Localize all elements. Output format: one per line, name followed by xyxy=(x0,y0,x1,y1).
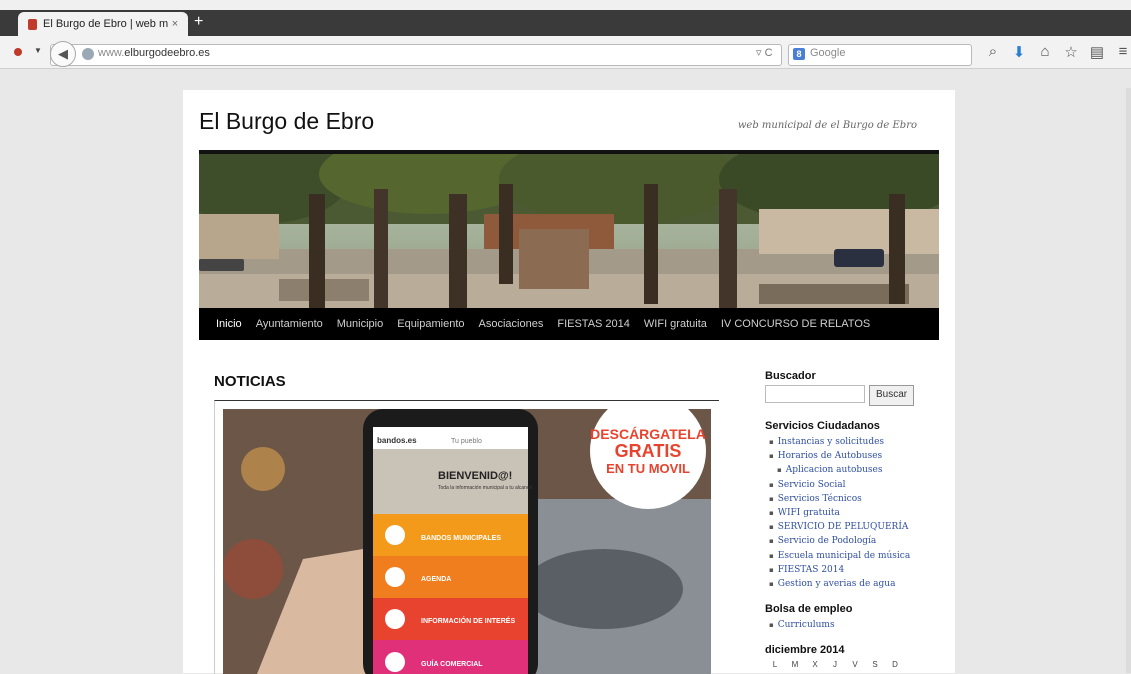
banner-menu-bandos: BANDOS MUNICIPALES xyxy=(421,535,501,542)
service-link[interactable]: Escuela municipal de música xyxy=(765,549,945,563)
calendar-day: X xyxy=(812,660,818,670)
banner-welcome: BIENVENID@! xyxy=(438,470,512,482)
calendar-header: L M X J V S D xyxy=(765,660,945,669)
service-link[interactable]: Servicio de Podología xyxy=(765,534,945,548)
new-tab-button[interactable]: + xyxy=(194,14,203,30)
service-link[interactable]: Servicio Social xyxy=(765,478,945,492)
calendar-day: S xyxy=(872,660,878,670)
sidebar: Buscador Buscar Servicios Ciudadanos Ins… xyxy=(765,370,945,669)
section-title: NOTICIAS xyxy=(214,373,286,390)
home-icon[interactable]: ⌂ xyxy=(1037,43,1053,61)
service-link[interactable]: Horarios de Autobuses xyxy=(765,449,945,463)
jobs-list: Curriculums xyxy=(765,618,945,632)
menu-icon[interactable]: ≡ xyxy=(1115,43,1131,61)
site-title[interactable]: El Burgo de Ebro xyxy=(199,108,374,135)
firefox-menu-icon[interactable] xyxy=(14,48,22,56)
banner-headline-3: EN TU MOVIL xyxy=(606,461,690,476)
service-link[interactable]: SERVICIO DE PELUQUERÍA xyxy=(765,520,945,534)
service-link[interactable]: FIESTAS 2014 xyxy=(765,563,945,577)
news-item: DESCÁRGATELA GRATIS EN TU MOVIL bandos.e… xyxy=(214,400,719,674)
nav-item-municipio[interactable]: Municipio xyxy=(337,318,383,330)
banner-brand: bandos.es xyxy=(377,436,417,445)
tab-title: El Burgo de Ebro | web munici... xyxy=(43,18,168,30)
header-image xyxy=(199,150,939,312)
search-engine-icon[interactable]: 8 xyxy=(793,48,805,60)
download-icon[interactable]: ⬇ xyxy=(1011,43,1027,61)
banner-welcome-sub: Toda la información municipal a tu alcan… xyxy=(438,485,532,491)
bookmarks-menu-icon[interactable]: ▤ xyxy=(1089,43,1105,61)
services-list: Instancias y solicitudes Horarios de Aut… xyxy=(765,435,945,591)
nav-item-wifi[interactable]: WIFI gratuita xyxy=(644,318,707,330)
service-link[interactable]: Aplicacion autobuses xyxy=(765,463,945,477)
calendar-day: J xyxy=(833,660,837,670)
services-title: Servicios Ciudadanos xyxy=(765,420,880,432)
favicon-icon xyxy=(28,18,37,30)
url-prefix: www. xyxy=(98,47,125,59)
banner-menu-guia: GUÍA COMERCIAL xyxy=(421,659,483,668)
nav-item-concurso[interactable]: IV CONCURSO DE RELATOS xyxy=(721,318,870,330)
scrollbar[interactable] xyxy=(1126,88,1131,673)
jobs-title: Bolsa de empleo xyxy=(765,603,853,616)
banner-menu-info: INFORMACIÓN DE INTERÉS xyxy=(421,616,515,625)
calendar-day: V xyxy=(852,660,858,670)
back-button[interactable]: ◀ xyxy=(50,41,76,67)
service-link[interactable]: WIFI gratuita xyxy=(765,506,945,520)
address-text[interactable]: www.elburgodeebro.es xyxy=(98,47,210,59)
bandos-banner[interactable]: DESCÁRGATELA GRATIS EN TU MOVIL bandos.e… xyxy=(223,409,711,674)
service-link[interactable]: Instancias y solicitudes xyxy=(765,435,945,449)
toolbar-icons: ⌕ ⬇ ⌂ ☆ ▤ ≡ xyxy=(985,43,1131,61)
url-domain: elburgodeebro.es xyxy=(124,47,210,59)
site-search-input[interactable] xyxy=(765,385,865,403)
tab-close-icon[interactable]: × xyxy=(168,18,182,30)
banner-headline-1: DESCÁRGATELA xyxy=(590,426,706,442)
nav-item-fiestas[interactable]: FIESTAS 2014 xyxy=(557,318,630,330)
site-identity-icon[interactable] xyxy=(82,48,94,60)
page-container: El Burgo de Ebro web municipal de el Bur… xyxy=(183,90,955,674)
banner-headline-2: GRATIS xyxy=(615,441,682,461)
banner-graphic: DESCÁRGATELA GRATIS EN TU MOVIL bandos.e… xyxy=(223,409,711,674)
search-placeholder: Google xyxy=(810,47,846,59)
service-link[interactable]: Servicios Técnicos xyxy=(765,492,945,506)
chevron-down-icon[interactable]: ▼ xyxy=(34,46,42,55)
calendar-day: L xyxy=(772,660,778,670)
jobs-link[interactable]: Curriculums xyxy=(765,618,945,632)
search-form: Buscar xyxy=(765,385,945,406)
bookmark-star-icon[interactable]: ☆ xyxy=(1063,43,1079,61)
banner-menu-agenda: AGENDA xyxy=(421,576,451,583)
nav-item-ayuntamiento[interactable]: Ayuntamiento xyxy=(256,318,323,330)
calendar-title: diciembre 2014 xyxy=(765,644,845,657)
search-button[interactable]: Buscar xyxy=(869,385,915,406)
main-nav: Inicio Ayuntamiento Municipio Equipamien… xyxy=(199,308,939,340)
search-icon[interactable]: ⌕ xyxy=(985,43,1001,61)
calendar-day: D xyxy=(892,660,898,670)
nav-item-inicio[interactable]: Inicio xyxy=(216,318,242,330)
nav-item-asociaciones[interactable]: Asociaciones xyxy=(479,318,544,330)
nav-item-equipamiento[interactable]: Equipamiento xyxy=(397,318,464,330)
browser-tab[interactable]: El Burgo de Ebro | web munici... × xyxy=(18,12,188,36)
banner-pueblo: Tu pueblo xyxy=(451,438,482,445)
reload-icon[interactable]: ▿ C xyxy=(756,46,773,59)
park-photo xyxy=(199,154,939,312)
calendar-day: M xyxy=(791,660,799,670)
service-link[interactable]: Gestion y averias de agua xyxy=(765,577,945,591)
search-widget-title: Buscador xyxy=(765,370,816,382)
site-tagline: web municipal de el Burgo de Ebro xyxy=(737,120,917,131)
